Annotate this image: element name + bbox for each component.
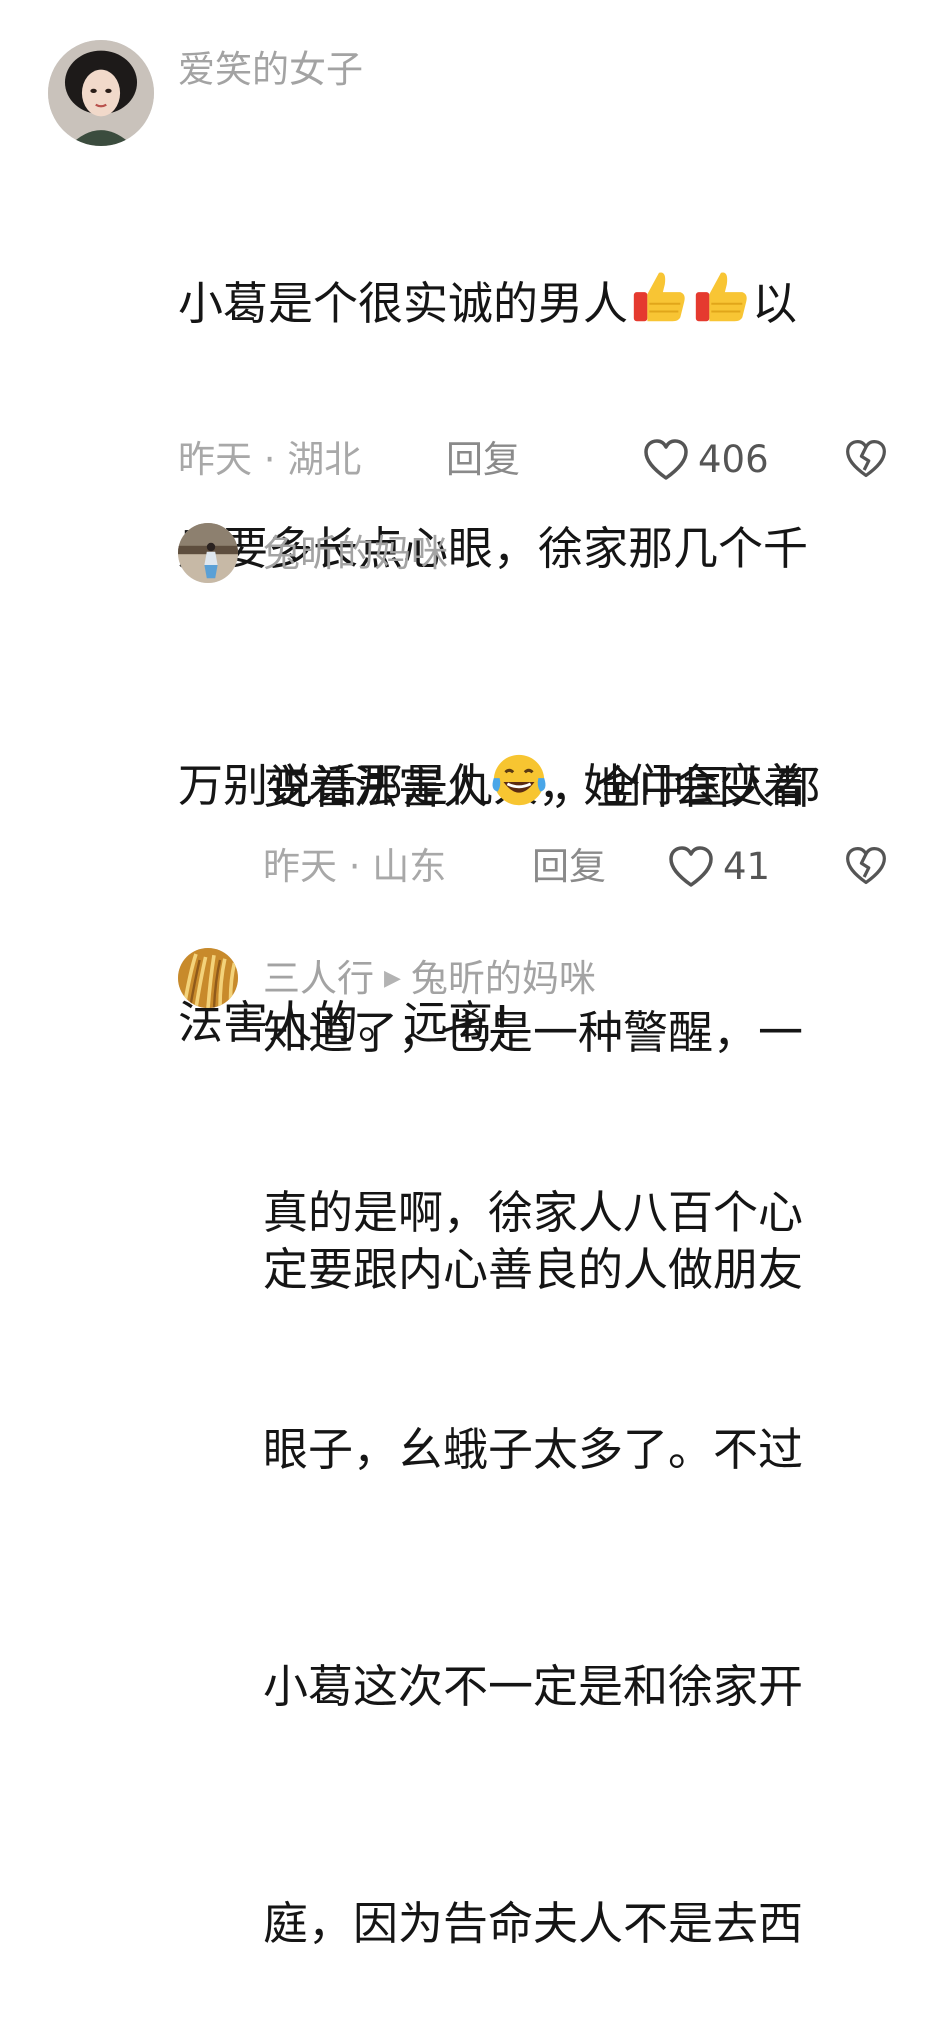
crying-laughing-icon [488,749,550,835]
comment-line: 变着法害人 ，全中国人都 [263,748,820,835]
like-count: 41 [723,845,771,888]
like-button[interactable]: 406 [642,438,769,482]
broken-heart-icon [844,438,888,480]
thumbs-up-icon [690,265,752,351]
thumbs-up-icon [628,265,690,351]
comment-line: 小葛这次不一定是和徐家开 [263,1660,804,1713]
comment-line: 庭，因为告命夫人不是去西 [263,1897,804,1950]
heart-icon [642,438,690,482]
like-count: 406 [698,438,769,481]
comment-username[interactable]: 爱笑的女子 [178,48,363,92]
dislike-button[interactable] [844,845,888,887]
avatar[interactable] [48,40,154,146]
reply-author[interactable]: 三人行 [263,957,374,1000]
comment-line: 小葛是个很实诚的男人以 [178,264,808,351]
comment-meta: 昨天 · 湖北 [178,438,362,481]
avatar[interactable] [178,948,238,1008]
reply-button[interactable]: 回复 [532,845,606,889]
reply-button[interactable]: 回复 [446,438,520,482]
comment-line: 眼子，幺蛾子太多了。不过 [263,1423,804,1476]
play-arrow-icon: ▶ [384,966,401,991]
comment-text: 真的是啊，徐家人八百个心 眼子，幺蛾子太多了。不过 小葛这次不一定是和徐家开 庭… [263,1015,803,2042]
dislike-button[interactable] [844,438,888,480]
heart-icon [667,845,715,889]
broken-heart-icon [844,845,888,887]
comment-line: 真的是啊，徐家人八百个心 [263,1186,804,1239]
like-button[interactable]: 41 [667,845,770,889]
avatar[interactable] [178,523,238,583]
comment-username[interactable]: 兔昕的妈咪 [263,532,448,576]
reply-target[interactable]: 兔昕的妈咪 [411,957,596,1000]
comment-username: 三人行 ▶ 兔昕的妈咪 [263,957,596,1001]
comment-meta: 昨天 · 山东 [263,845,447,888]
